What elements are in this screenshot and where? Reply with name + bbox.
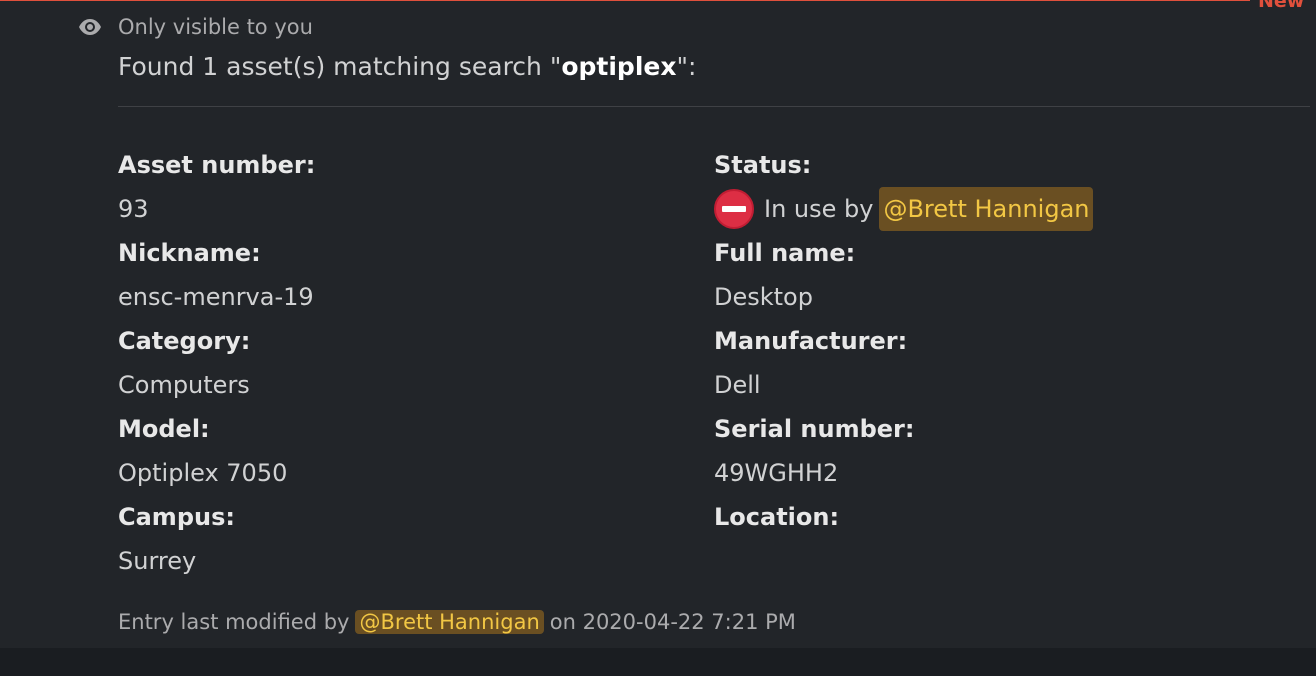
field-value: 93 — [118, 195, 149, 223]
footer-prefix: Entry last modified by — [118, 610, 350, 634]
field-value: Desktop — [714, 283, 813, 311]
status-value: In use by @Brett Hannigan — [714, 187, 1214, 231]
field-value: Optiplex 7050 — [118, 459, 288, 487]
field-label: Category: — [118, 327, 251, 355]
field-value: Dell — [714, 371, 761, 399]
footer-suffix: on 2020-04-22 7:21 PM — [549, 610, 796, 634]
search-result-headline: Found 1 asset(s) matching search "optipl… — [118, 52, 696, 81]
new-messages-divider — [0, 0, 1250, 1]
field-campus: Campus: Surrey — [118, 495, 714, 583]
headline-suffix: ": — [676, 52, 697, 81]
field-value: Computers — [118, 371, 250, 399]
field-label: Location: — [714, 503, 840, 531]
field-label: Serial number: — [714, 415, 915, 443]
field-full-name: Full name: Desktop — [714, 231, 1214, 319]
field-label: Manufacturer: — [714, 327, 908, 355]
field-value: 49WGHH2 — [714, 459, 839, 487]
headline-prefix: Found 1 asset(s) matching search " — [118, 52, 562, 81]
field-category: Category: Computers — [118, 319, 714, 407]
field-manufacturer: Manufacturer: Dell — [714, 319, 1214, 407]
field-nickname: Nickname: ensc-menrva-19 — [118, 231, 714, 319]
ephemeral-notice: Only visible to you — [78, 12, 313, 42]
field-label: Full name: — [714, 239, 856, 267]
no-entry-icon — [714, 189, 754, 229]
eye-icon — [78, 15, 102, 39]
field-model: Model: Optiplex 7050 — [118, 407, 714, 495]
field-status: Status: In use by @Brett Hannigan — [714, 143, 1214, 231]
message-container: New Only visible to you Found 1 asset(s)… — [0, 0, 1316, 648]
bottom-strip — [0, 648, 1316, 676]
field-label: Status: — [714, 151, 812, 179]
field-label: Model: — [118, 415, 210, 443]
field-value: Surrey — [118, 547, 197, 575]
field-serial-number: Serial number: 49WGHH2 — [714, 407, 1214, 495]
search-query: optiplex — [561, 52, 677, 81]
field-asset-number: Asset number: 93 — [118, 143, 714, 231]
new-messages-label: New — [1258, 0, 1305, 12]
section-divider — [118, 106, 1310, 107]
field-location: Location: — [714, 495, 1214, 583]
asset-fields: Asset number: 93 Status: In use by @Bret… — [118, 143, 1214, 583]
ephemeral-notice-text: Only visible to you — [118, 15, 313, 39]
user-mention[interactable]: @Brett Hannigan — [355, 610, 544, 634]
last-modified-footer: Entry last modified by @Brett Hannigan o… — [118, 603, 796, 641]
field-label: Nickname: — [118, 239, 261, 267]
field-label: Asset number: — [118, 151, 316, 179]
field-label: Campus: — [118, 503, 235, 531]
status-text: In use by — [764, 195, 874, 223]
field-value: ensc-menrva-19 — [118, 283, 314, 311]
user-mention[interactable]: @Brett Hannigan — [879, 187, 1094, 231]
field-value — [714, 539, 1214, 583]
